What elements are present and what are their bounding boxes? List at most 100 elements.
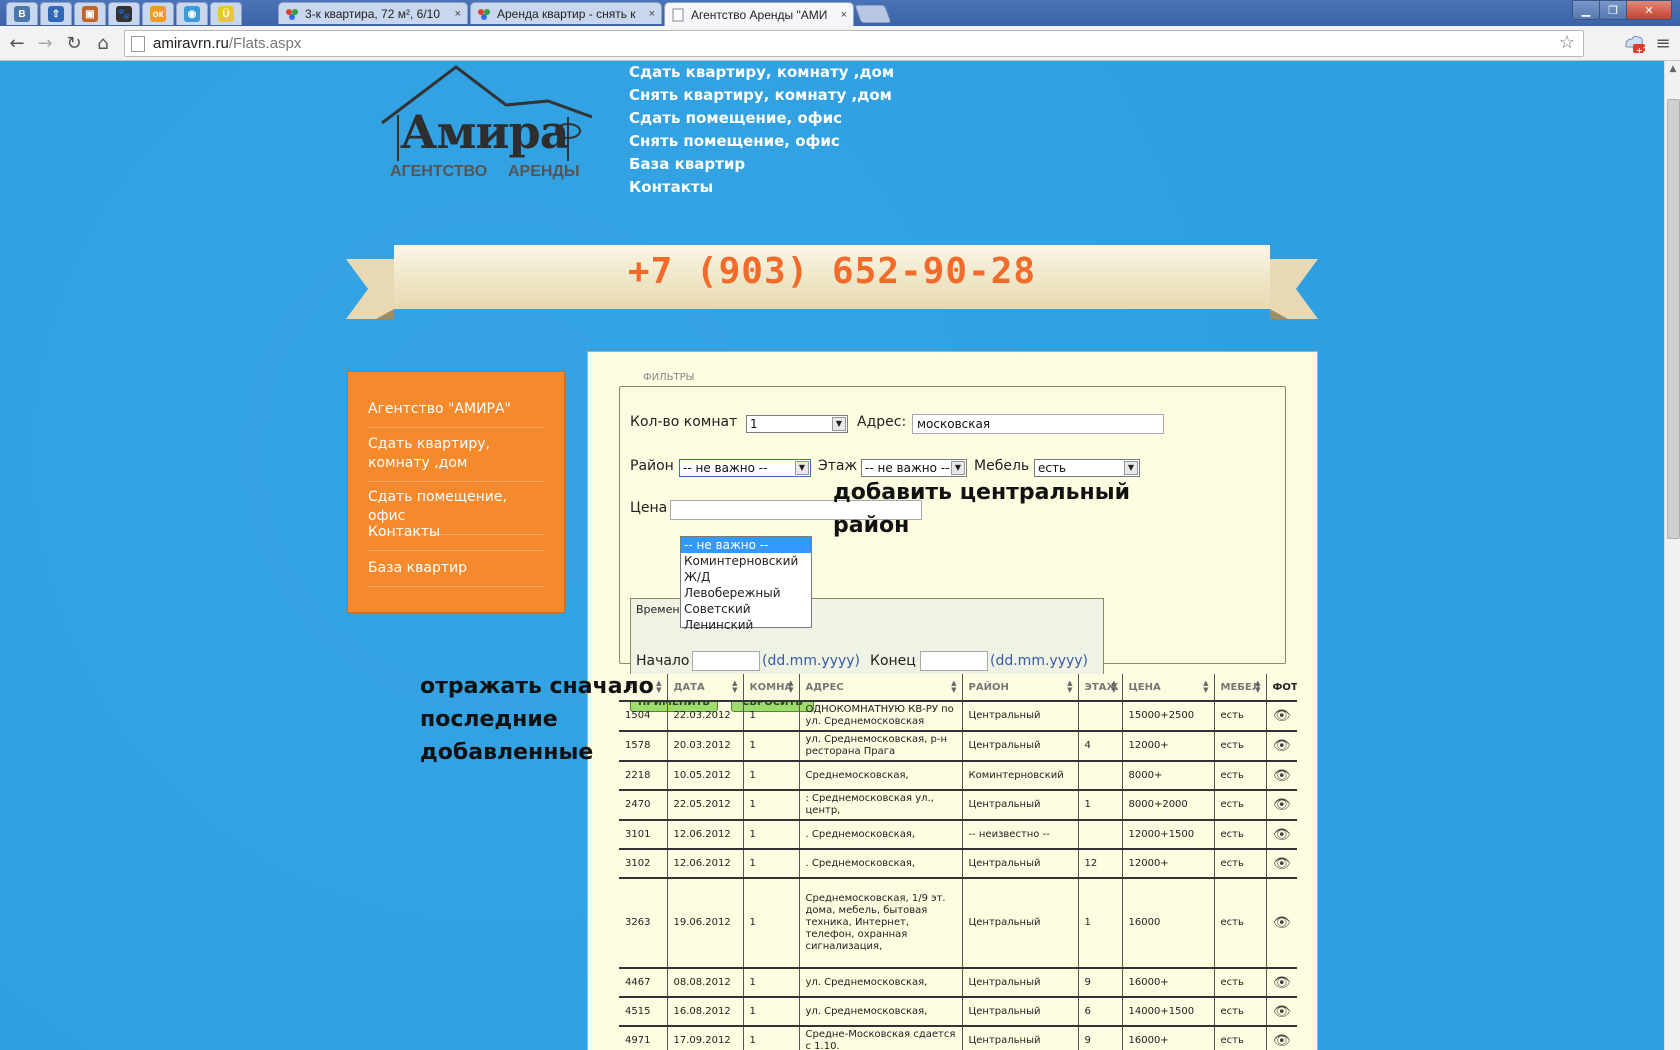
sort-arrows-icon: ▲ ▼ bbox=[788, 679, 794, 694]
odnoklassniki-icon: ок bbox=[150, 6, 166, 22]
cell-floor: 9 bbox=[1078, 968, 1123, 998]
rooms-select[interactable]: 1 ▼ bbox=[746, 415, 848, 433]
top-link-rent-out-flat[interactable]: Сдать квартиру, комнату ,дом bbox=[629, 61, 894, 84]
district-option[interactable]: -- не важно -- bbox=[681, 537, 811, 553]
table-row[interactable]: 4467 08.08.2012 1 ул. Среднемосковская, Цент… bbox=[619, 968, 1297, 998]
view-photo-icon[interactable]: 👁 bbox=[1266, 701, 1297, 732]
column-header-date[interactable]: ДАТА ▲ ▼ bbox=[667, 674, 744, 702]
cell-rooms: 1 bbox=[743, 968, 800, 998]
pinned-tab[interactable]: Ü bbox=[210, 2, 242, 25]
close-tab-icon[interactable]: × bbox=[841, 9, 847, 21]
table-row[interactable]: 3101 12.06.2012 1. Среднемосковская, -- неи… bbox=[619, 820, 1297, 850]
reload-icon[interactable]: ↻ bbox=[63, 32, 85, 54]
view-photo-icon[interactable]: 👁 bbox=[1266, 761, 1297, 791]
table-row[interactable]: 4971 17.09.2012 1 Средне-Московская сдается… bbox=[619, 1026, 1297, 1050]
view-photo-icon[interactable]: 👁 bbox=[1266, 820, 1297, 850]
forward-arrow-icon[interactable]: → bbox=[34, 32, 56, 54]
top-link-contacts[interactable]: Контакты bbox=[629, 176, 894, 199]
table-row[interactable]: 3263 19.06.2012 1 Среднемосковская, 1/9 эт.… bbox=[619, 878, 1297, 969]
column-header-rooms[interactable]: КОМНА ▲ ▼ bbox=[743, 674, 800, 702]
sidebar-item-flat-base[interactable]: База квартир bbox=[368, 559, 544, 587]
cell-date: 17.09.2012 bbox=[667, 1026, 744, 1050]
top-link-rent-office[interactable]: Снять помещение, офис bbox=[629, 130, 894, 153]
annotation-district-note: добавить центральный район bbox=[833, 480, 1131, 538]
district-option[interactable]: Ж/Д bbox=[681, 569, 811, 585]
address-input[interactable]: московская bbox=[912, 414, 1164, 434]
top-link-flat-base[interactable]: База квартир bbox=[629, 153, 894, 176]
pinned-tab[interactable]: ок bbox=[142, 2, 174, 25]
page-icon bbox=[671, 8, 685, 22]
sort-arrows-icon: ▲ ▼ bbox=[1111, 679, 1117, 694]
table-row[interactable]: 4515 16.08.2012 1 ул. Среднемосковская, Цент… bbox=[619, 997, 1297, 1027]
cell-id: 2470 bbox=[619, 790, 668, 821]
tab-rent-search[interactable]: Аренда квартир - снять к × bbox=[470, 2, 662, 24]
page-icon bbox=[131, 35, 145, 52]
column-header-photo[interactable]: ФОТ bbox=[1266, 674, 1297, 702]
top-link-rent-out-office[interactable]: Сдать помещение, офис bbox=[629, 107, 894, 130]
cell-furniture: есть bbox=[1214, 968, 1267, 998]
home-icon[interactable]: ⌂ bbox=[92, 32, 114, 54]
top-navigation: Сдать квартиру, комнату ,дом Снять кварт… bbox=[629, 61, 894, 199]
new-tab-button[interactable] bbox=[854, 5, 892, 23]
view-photo-icon[interactable]: 👁 bbox=[1266, 731, 1297, 762]
end-date-input[interactable] bbox=[920, 651, 988, 671]
sidebar-item-rent-out-flat[interactable]: Сдать квартиру, комнату ,дом bbox=[368, 435, 544, 482]
floor-select[interactable]: -- не важно -- ▼ bbox=[861, 459, 967, 477]
district-select[interactable]: -- не важно -- ▼ bbox=[679, 459, 811, 477]
pinned-tab[interactable]: 🐾 bbox=[108, 2, 140, 25]
close-window-button[interactable]: ✕ bbox=[1626, 0, 1672, 20]
view-photo-icon[interactable]: 👁 bbox=[1266, 968, 1297, 998]
table-row[interactable]: 1578 20.03.2012 1 ул. Среднемосковская, р-н… bbox=[619, 731, 1297, 762]
minimize-button[interactable]: ▁ bbox=[1572, 0, 1600, 20]
site-favicon-icon bbox=[477, 7, 491, 21]
column-header-floor[interactable]: ЭТАЖ ▲ ▼ bbox=[1078, 674, 1123, 702]
rooms-value: 1 bbox=[750, 417, 758, 431]
pinned-tab[interactable]: В bbox=[6, 2, 38, 25]
district-option[interactable]: Левобережный bbox=[681, 585, 811, 601]
sidebar-item-contacts[interactable]: Контакты bbox=[368, 523, 544, 551]
cell-date: 10.05.2012 bbox=[667, 761, 744, 791]
column-header-price[interactable]: ЦЕНА ▲ ▼ bbox=[1122, 674, 1215, 702]
cell-district: Центральный bbox=[962, 997, 1079, 1027]
furniture-select[interactable]: есть ▼ bbox=[1034, 459, 1140, 477]
view-photo-icon[interactable]: 👁 bbox=[1266, 790, 1297, 821]
top-link-rent-flat[interactable]: Снять квартиру, комнату ,дом bbox=[629, 84, 894, 107]
restore-button[interactable]: ❐ bbox=[1599, 0, 1627, 20]
district-option[interactable]: Коминтерновский bbox=[681, 553, 811, 569]
table-row[interactable]: 2470 22.05.2012 1: Среднемосковская ул., ц… bbox=[619, 790, 1297, 821]
price-label: Цена bbox=[630, 500, 668, 516]
table-row[interactable]: 2218 10.05.2012 1 Среднемосковская, Коминтер… bbox=[619, 761, 1297, 791]
bookmark-star-icon[interactable]: ☆ bbox=[1559, 32, 1575, 53]
column-header-district[interactable]: РАЙОН ▲ ▼ bbox=[962, 674, 1079, 702]
site-logo[interactable]: Амира АГЕНТСТВО АРЕНДЫ bbox=[378, 65, 593, 185]
back-arrow-icon[interactable]: ← bbox=[6, 32, 28, 54]
table-row[interactable]: 1504 22.03.2012 1 ОДНОКОМНАТНУЮ КВ-РУ по ул… bbox=[619, 701, 1297, 732]
pinned-tab[interactable]: ◉ bbox=[176, 2, 208, 25]
view-photo-icon[interactable]: 👁 bbox=[1266, 1026, 1297, 1050]
sort-arrows-icon: ▲ ▼ bbox=[1255, 679, 1261, 694]
tab-flat-listing[interactable]: 3-к квартира, 72 м², 6/10 × bbox=[278, 2, 468, 24]
pinned-tab[interactable]: ▣ bbox=[74, 2, 106, 25]
tab-agency-active[interactable]: Агентство Аренды "АМИ × bbox=[664, 2, 854, 26]
scroll-up-icon[interactable]: ▲ bbox=[1665, 61, 1680, 77]
table-row[interactable]: 3102 12.06.2012 1. Среднемосковская, Центра… bbox=[619, 849, 1297, 879]
scrollbar-thumb[interactable] bbox=[1667, 99, 1680, 539]
district-option[interactable]: Ленинский bbox=[681, 617, 811, 633]
view-photo-icon[interactable]: 👁 bbox=[1266, 997, 1297, 1027]
column-header-furniture[interactable]: МЕБЕЛ ▲ ▼ bbox=[1214, 674, 1267, 702]
page-scrollbar[interactable]: ▲ bbox=[1664, 61, 1680, 1050]
address-bar[interactable]: amiravrn.ru/Flats.aspx ☆ bbox=[124, 30, 1584, 57]
view-photo-icon[interactable]: 👁 bbox=[1266, 878, 1297, 969]
view-photo-icon[interactable]: 👁 bbox=[1266, 849, 1297, 879]
menu-icon[interactable]: ≡ bbox=[1652, 32, 1674, 54]
cell-date: 08.08.2012 bbox=[667, 968, 744, 998]
district-option[interactable]: Советский bbox=[681, 601, 811, 617]
cell-district: Центральный bbox=[962, 701, 1079, 732]
close-tab-icon[interactable]: × bbox=[649, 8, 655, 20]
close-tab-icon[interactable]: × bbox=[455, 8, 461, 20]
start-date-input[interactable] bbox=[692, 651, 760, 671]
pinned-tab[interactable]: ⇧ bbox=[40, 2, 72, 25]
sidebar-item-agency[interactable]: Агентство "АМИРА" bbox=[368, 400, 544, 428]
column-header-address[interactable]: АДРЕС ▲ ▼ bbox=[799, 674, 963, 702]
cell-district: Центральный bbox=[962, 849, 1079, 879]
